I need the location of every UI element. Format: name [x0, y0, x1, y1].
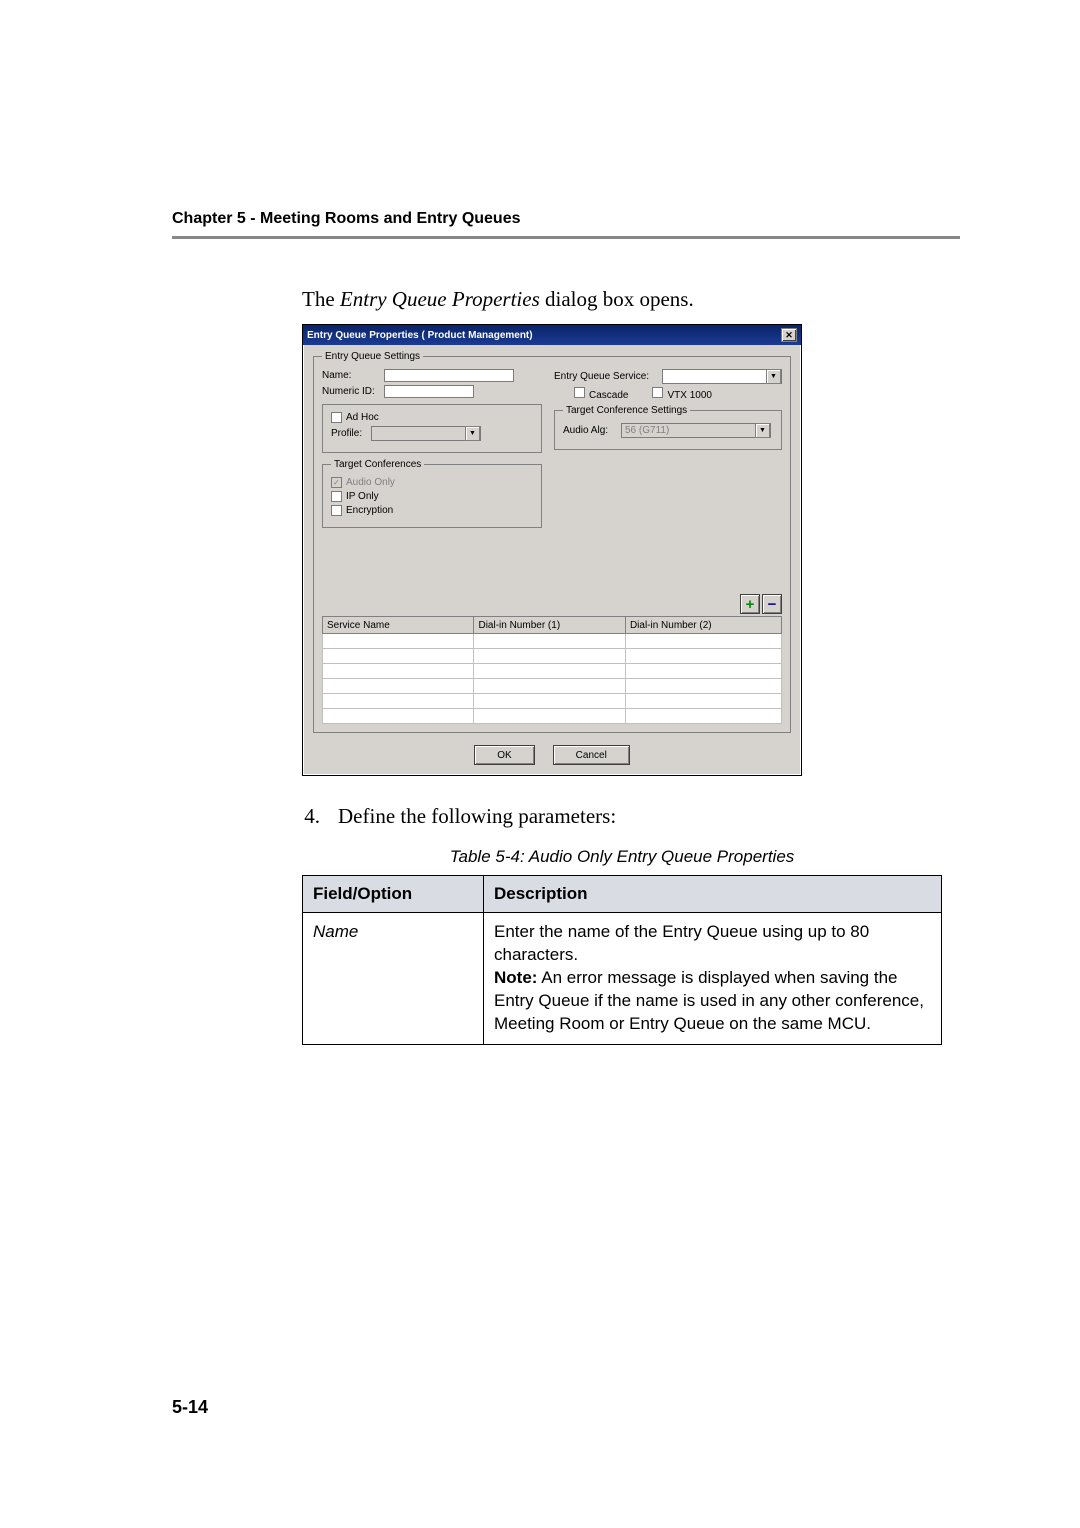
- vtx-label: VTX 1000: [667, 390, 711, 401]
- close-icon[interactable]: ✕: [781, 328, 797, 342]
- cancel-button[interactable]: Cancel: [553, 745, 630, 765]
- eq-service-select[interactable]: ▼: [662, 369, 782, 384]
- audio-only-label: Audio Only: [346, 477, 395, 488]
- step-text: Define the following parameters:: [338, 804, 616, 829]
- audio-alg-select: 56 (G711) ▼: [621, 423, 771, 438]
- chevron-down-icon[interactable]: ▼: [766, 369, 781, 384]
- vtx-checkbox[interactable]: [652, 387, 663, 398]
- remove-row-button[interactable]: −: [762, 594, 782, 614]
- ip-only-label: IP Only: [346, 491, 379, 502]
- adhoc-label: Ad Hoc: [346, 412, 379, 423]
- target-conferences-legend: Target Conferences: [331, 459, 424, 470]
- numeric-id-field[interactable]: [384, 385, 474, 398]
- field-name: Name: [303, 913, 484, 1045]
- audio-only-checkbox: ✓: [331, 477, 342, 488]
- table-row: Name Enter the name of the Entry Queue u…: [303, 913, 942, 1045]
- table-caption: Table 5-4: Audio Only Entry Queue Proper…: [302, 847, 942, 867]
- table-row[interactable]: [323, 694, 782, 709]
- table-row[interactable]: [323, 634, 782, 649]
- table-row[interactable]: [323, 649, 782, 664]
- dialog-title: Entry Queue Properties ( Product Managem…: [307, 330, 533, 341]
- chevron-down-icon: ▼: [465, 426, 480, 441]
- numeric-id-label: Numeric ID:: [322, 386, 384, 397]
- name-field[interactable]: [384, 369, 514, 382]
- intro-italic: Entry Queue Properties: [340, 287, 540, 311]
- adhoc-group: Ad Hoc Profile: ▼: [322, 404, 542, 453]
- step-4: 4. Define the following parameters:: [302, 804, 942, 829]
- entry-queue-settings-group: Entry Queue Settings Name: Numeric ID:: [313, 351, 791, 733]
- cascade-label: Cascade: [589, 390, 628, 401]
- field-description: Enter the name of the Entry Queue using …: [484, 913, 942, 1045]
- adhoc-checkbox[interactable]: [331, 412, 342, 423]
- audio-alg-label: Audio Alg:: [563, 425, 621, 436]
- col-dialin-2: Dial-in Number (2): [625, 617, 781, 634]
- header-description: Description: [484, 876, 942, 913]
- table-row[interactable]: [323, 679, 782, 694]
- cascade-checkbox[interactable]: [574, 387, 585, 398]
- table-row: Field/Option Description: [303, 876, 942, 913]
- name-label: Name:: [322, 370, 384, 381]
- desc-line1: Enter the name of the Entry Queue using …: [494, 922, 869, 964]
- step-number: 4.: [302, 804, 320, 829]
- target-conferences-group: Target Conferences ✓ Audio Only IP Only E…: [322, 459, 542, 528]
- page-number: 5-14: [172, 1397, 208, 1418]
- target-conference-settings-legend: Target Conference Settings: [563, 405, 690, 416]
- dialog-titlebar: Entry Queue Properties ( Product Managem…: [303, 325, 801, 345]
- note-text: An error message is displayed when savin…: [494, 968, 924, 1033]
- header-rule: [172, 236, 960, 239]
- table-row: Service Name Dial-in Number (1) Dial-in …: [323, 617, 782, 634]
- intro-text: The Entry Queue Properties dialog box op…: [302, 287, 942, 312]
- audio-alg-value: 56 (G711): [625, 425, 669, 436]
- properties-table: Field/Option Description Name Enter the …: [302, 875, 942, 1045]
- entry-queue-properties-dialog: Entry Queue Properties ( Product Managem…: [302, 324, 802, 776]
- table-row[interactable]: [323, 709, 782, 724]
- add-row-button[interactable]: +: [740, 594, 760, 614]
- header-field-option: Field/Option: [303, 876, 484, 913]
- table-row[interactable]: [323, 664, 782, 679]
- dialin-grid[interactable]: Service Name Dial-in Number (1) Dial-in …: [322, 616, 782, 724]
- chevron-down-icon: ▼: [755, 423, 770, 438]
- intro-pre: The: [302, 287, 340, 311]
- encryption-label: Encryption: [346, 505, 393, 516]
- ok-button[interactable]: OK: [474, 745, 534, 765]
- chapter-header: Chapter 5 - Meeting Rooms and Entry Queu…: [172, 210, 960, 228]
- ip-only-checkbox[interactable]: [331, 491, 342, 502]
- encryption-checkbox[interactable]: [331, 505, 342, 516]
- col-dialin-1: Dial-in Number (1): [474, 617, 625, 634]
- note-bold: Note:: [494, 968, 537, 987]
- eq-service-label: Entry Queue Service:: [554, 371, 662, 382]
- profile-label: Profile:: [331, 428, 371, 439]
- profile-select: ▼: [371, 426, 481, 441]
- col-service-name: Service Name: [323, 617, 474, 634]
- target-conference-settings-group: Target Conference Settings Audio Alg: 56…: [554, 405, 782, 450]
- intro-post: dialog box opens.: [540, 287, 694, 311]
- entry-queue-settings-legend: Entry Queue Settings: [322, 351, 423, 362]
